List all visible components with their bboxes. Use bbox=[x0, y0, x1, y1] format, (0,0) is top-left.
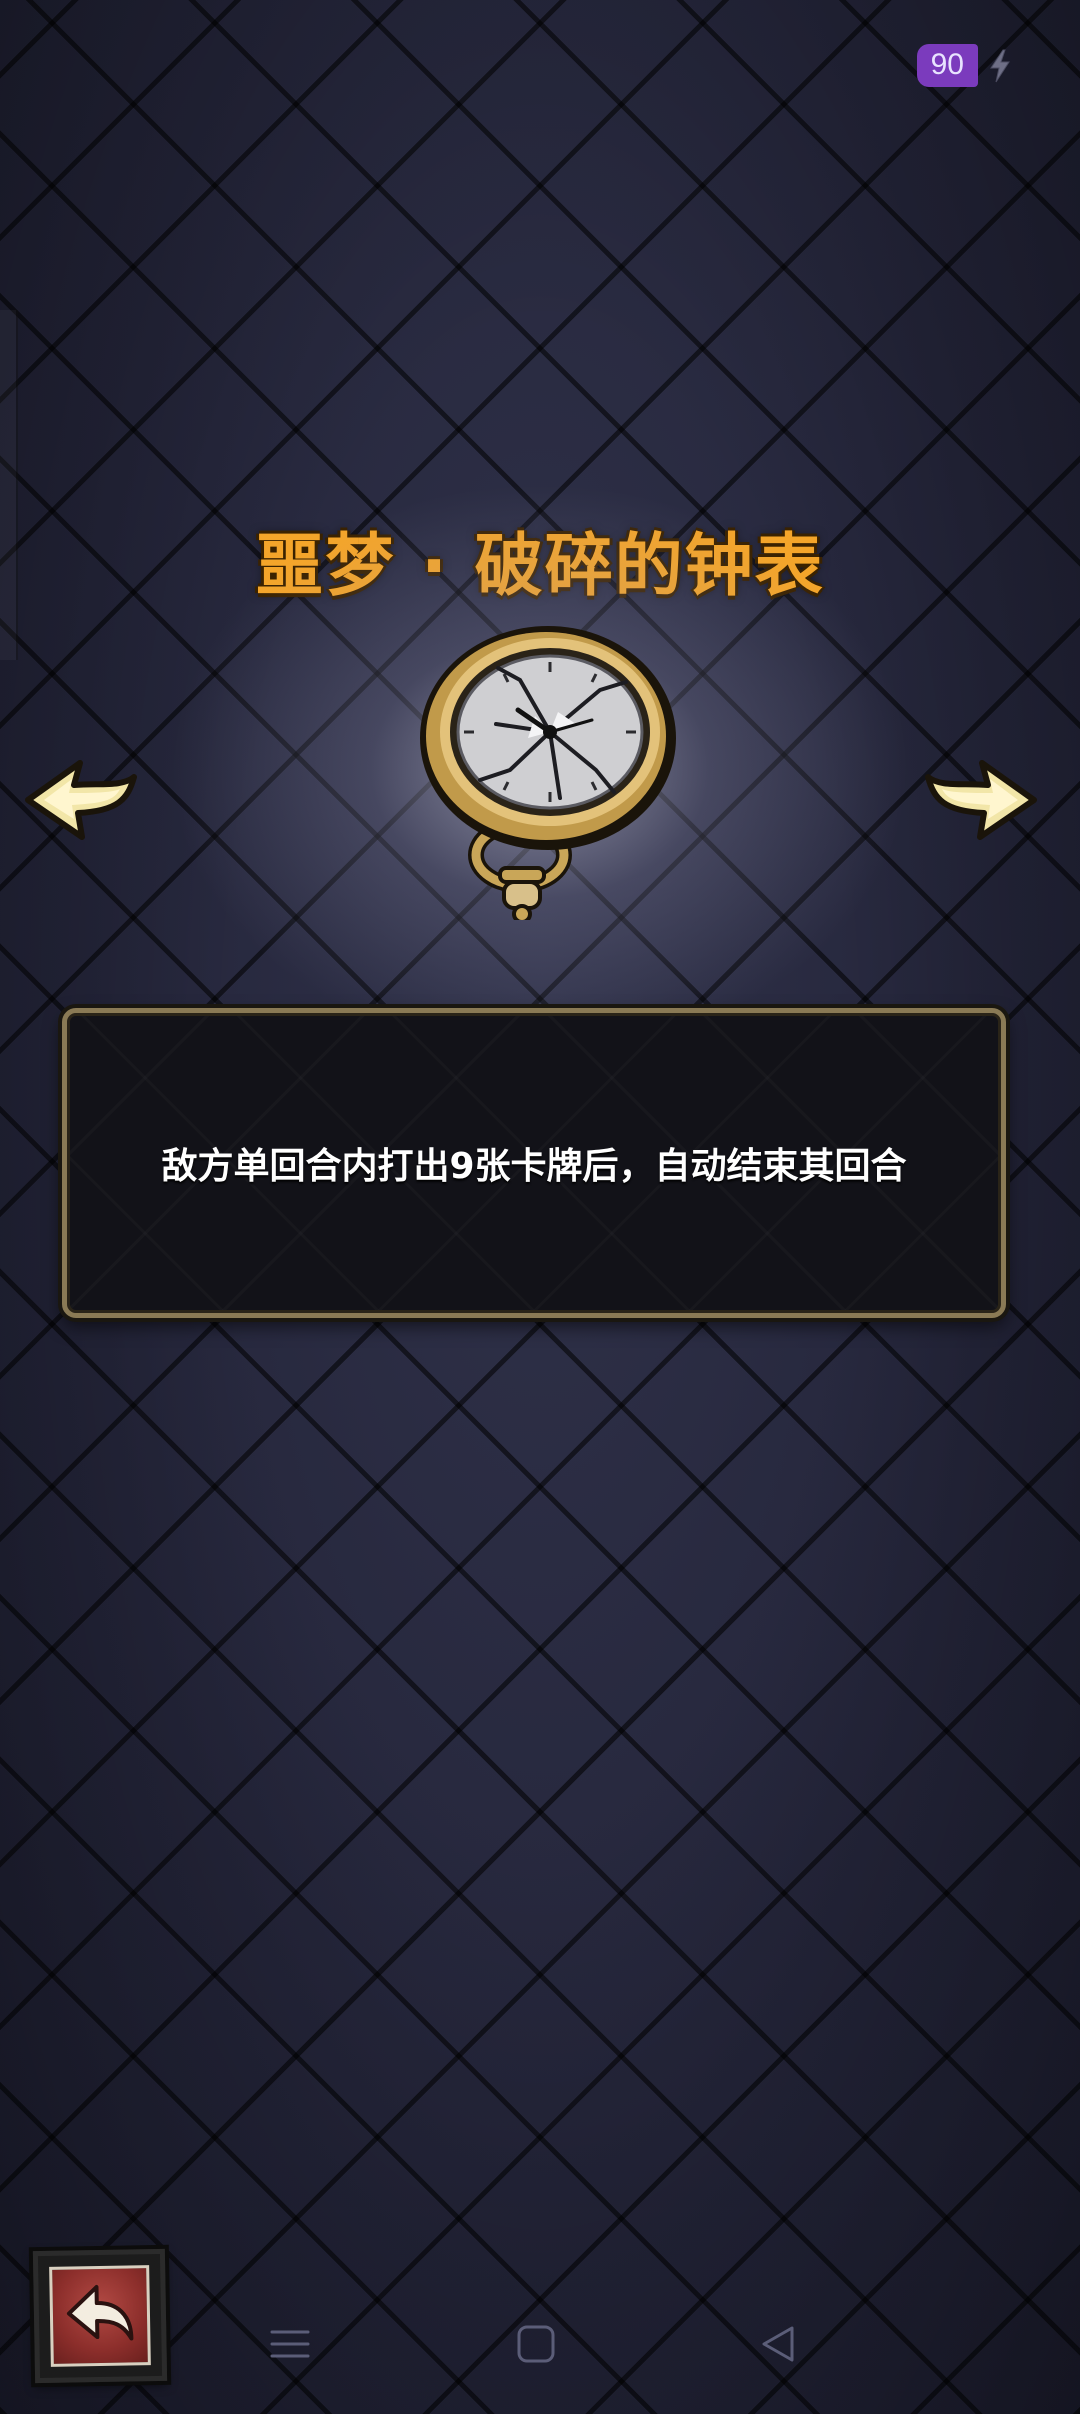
arrow-left-icon[interactable] bbox=[22, 755, 137, 845]
energy-indicator: 90 bbox=[916, 44, 1012, 87]
energy-count: 90 bbox=[916, 44, 978, 87]
relic-title: 噩梦 · 破碎的钟表 bbox=[255, 527, 825, 606]
back-triangle-icon[interactable] bbox=[756, 2322, 800, 2366]
relic-description: 敌方单回合内打出9张卡牌后，自动结束其回合 bbox=[161, 1146, 907, 1187]
broken-pocket-watch-icon bbox=[420, 626, 676, 920]
menu-icon[interactable] bbox=[268, 2322, 312, 2366]
relic-description-panel: 敌方单回合内打出9张卡牌后，自动结束其回合 bbox=[62, 1008, 1006, 1318]
system-navigation-bar bbox=[0, 2300, 1080, 2390]
home-square-icon[interactable] bbox=[514, 2322, 558, 2366]
lightning-bolt-icon bbox=[990, 49, 1010, 82]
arrow-right-icon[interactable] bbox=[925, 755, 1040, 845]
